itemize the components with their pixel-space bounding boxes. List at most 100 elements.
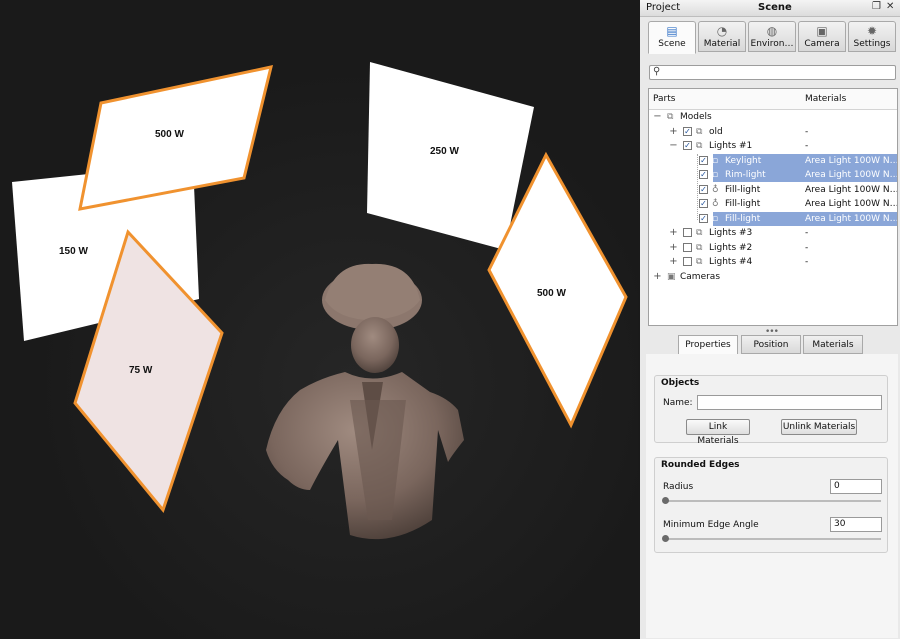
tree-row[interactable]: + ▣ Cameras [649, 270, 897, 284]
tab-properties[interactable]: Properties [678, 335, 738, 355]
min-edge-angle-slider[interactable] [665, 538, 881, 540]
column-header-parts[interactable]: Parts [653, 94, 675, 104]
tree-row-name: Lights #3 [709, 228, 753, 238]
bulb-icon: ♁ [712, 199, 719, 209]
tree-row[interactable]: ✓ ♁ Fill-light Area Light 100W N… [649, 197, 897, 211]
tab-camera[interactable]: ▣ Camera [798, 21, 846, 52]
group-icon: ⧉ [696, 257, 703, 267]
tree-row[interactable]: + ⧉ Lights #3 - [649, 226, 897, 240]
properties-body: Objects Name: Link Materials Unlink Mate… [646, 354, 898, 638]
group-icon: ⧉ [696, 126, 703, 137]
search-input[interactable] [665, 66, 893, 79]
name-label: Name: [663, 398, 693, 408]
expand-icon[interactable]: + [669, 226, 678, 240]
tab-environment[interactable]: ◍ Environ… [748, 21, 796, 52]
light-icon: ▫ [712, 213, 719, 224]
tree-row-name: Fill-light [725, 184, 761, 195]
radius-slider[interactable] [665, 500, 881, 502]
expand-icon[interactable]: + [669, 241, 678, 255]
visibility-checkbox[interactable]: ✓ [683, 141, 692, 150]
light-label-250w: 250 W [430, 146, 459, 157]
tree-guide-line [697, 153, 698, 220]
panel-titlebar: Project Scene ❐ ✕ [640, 0, 900, 17]
group-icon: ⧉ [696, 228, 703, 238]
tree-row[interactable]: ✓ ♁ Fill-light Area Light 100W N… [649, 183, 897, 197]
close-icon[interactable]: ✕ [886, 1, 894, 12]
visibility-checkbox[interactable]: ✓ [699, 170, 708, 179]
visibility-checkbox[interactable]: ✓ [699, 213, 708, 223]
undock-icon[interactable]: ❐ [872, 1, 881, 12]
tree-row-material: - [805, 126, 809, 137]
tree-row[interactable]: − ✓ ⧉ Lights #1 - [649, 139, 897, 153]
expand-icon[interactable]: + [669, 255, 678, 269]
render-viewport[interactable]: 500 W 150 W 75 W 250 W 500 W [0, 0, 638, 639]
tree-row-material: Area Light 100W N… [805, 184, 897, 195]
unlink-materials-button[interactable]: Unlink Materials [781, 419, 857, 435]
min-edge-angle-label: Minimum Edge Angle [663, 520, 759, 530]
radius-field[interactable]: 0 [830, 479, 882, 494]
expand-icon[interactable]: + [653, 270, 662, 284]
tree-row-material: - [805, 228, 809, 238]
tree-row-name: old [709, 126, 723, 137]
link-materials-button[interactable]: Link Materials [686, 419, 750, 446]
light-label-75w: 75 W [129, 365, 153, 376]
tree-row-name: Cameras [680, 271, 721, 282]
camera-icon: ▣ [816, 24, 828, 38]
tree-row[interactable]: ✓ ▫ Keylight Area Light 100W N… [649, 153, 897, 168]
tab-settings[interactable]: ✹ Settings [848, 21, 896, 52]
expand-icon[interactable]: + [669, 125, 678, 139]
visibility-checkbox[interactable]: ✓ [699, 155, 708, 165]
collapse-icon[interactable]: − [653, 110, 662, 124]
property-tabs: Properties Position Materials [678, 335, 900, 355]
rounded-edges-group: Rounded Edges Radius 0 Minimum Edge Angl… [654, 457, 888, 553]
tree-row[interactable]: + ⧉ Lights #4 - [649, 255, 897, 269]
visibility-checkbox[interactable]: ✓ [699, 199, 708, 208]
tree-row-material: - [805, 141, 809, 151]
min-edge-angle-slider-handle[interactable] [662, 535, 669, 542]
search-box[interactable]: ⚲ [649, 65, 896, 80]
min-edge-angle-field[interactable]: 30 [830, 517, 882, 532]
tab-position[interactable]: Position [741, 335, 801, 354]
group-icon: ⧉ [696, 141, 703, 151]
tree-row[interactable]: ✓ ▫ Fill-light Area Light 100W N… [649, 211, 897, 226]
visibility-checkbox[interactable] [683, 257, 692, 266]
group-icon: ⧉ [696, 242, 703, 253]
light-icon: ▫ [712, 170, 719, 180]
visibility-checkbox[interactable]: ✓ [683, 126, 692, 136]
scene-list-icon: ▤ [666, 24, 678, 38]
tree-row[interactable]: ✓ ▫ Rim-light Area Light 100W N… [649, 168, 897, 182]
column-header-materials[interactable]: Materials [805, 94, 846, 104]
group-icon: ⧉ [667, 112, 674, 122]
radius-slider-handle[interactable] [662, 497, 669, 504]
visibility-checkbox[interactable]: ✓ [699, 184, 708, 194]
tree-row-name: Lights #2 [709, 242, 753, 253]
visibility-checkbox[interactable] [683, 242, 692, 252]
tree-row-name: Keylight [725, 155, 762, 166]
tree-row-material: Area Light 100W N… [805, 199, 897, 209]
tree-row[interactable]: − ⧉ Models [649, 110, 897, 124]
objects-title: Objects [661, 378, 700, 388]
collapse-icon[interactable]: − [669, 139, 678, 153]
tree-header: Parts Materials [649, 89, 897, 110]
tree-row[interactable]: + ⧉ Lights #2 - [649, 241, 897, 255]
environment-globe-icon: ◍ [766, 24, 778, 38]
viewport-scene [0, 0, 638, 639]
panel-title: Scene [758, 2, 792, 13]
tab-material[interactable]: ◔ Material [698, 21, 746, 52]
tree-row[interactable]: + ✓ ⧉ old - [649, 125, 897, 139]
name-field[interactable] [697, 395, 882, 410]
tab-materials[interactable]: Materials [803, 335, 863, 354]
camera-icon: ▣ [667, 271, 676, 282]
tree-row-material: Area Light 100W N… [805, 170, 897, 180]
tab-label: Environ… [750, 39, 794, 49]
tab-label: Material [703, 39, 741, 49]
scene-tree[interactable]: Parts Materials − ⧉ Models + ✓ ⧉ old - − ✓ ⧉ Lights… [648, 88, 898, 326]
light-label-150w: 150 W [59, 246, 88, 257]
tree-row-material: - [805, 242, 809, 253]
tree-row-name: Rim-light [725, 170, 766, 180]
light-icon: ▫ [712, 155, 719, 166]
tree-row-material: - [805, 257, 809, 267]
tab-scene[interactable]: ▤ Scene [648, 21, 696, 54]
bulb-icon: ♁ [712, 184, 719, 195]
visibility-checkbox[interactable] [683, 228, 692, 237]
